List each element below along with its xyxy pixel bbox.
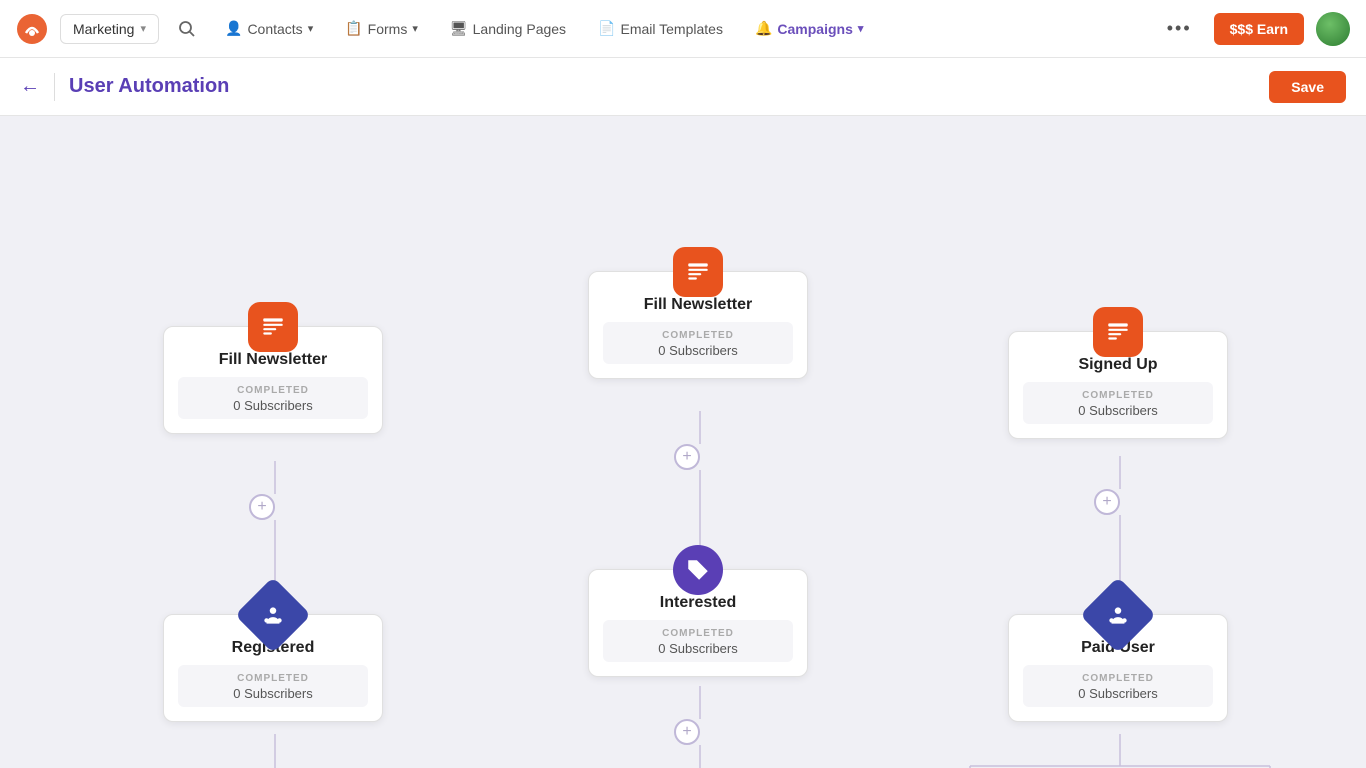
- forms-nav-item[interactable]: 📋 Forms ▾: [335, 14, 428, 43]
- interested-node[interactable]: Interested COMPLETED 0 Subscribers: [588, 569, 808, 677]
- interested-status-section: COMPLETED 0 Subscribers: [603, 620, 793, 662]
- registered-node[interactable]: Registered COMPLETED 0 Subscribers: [163, 614, 383, 722]
- campaigns-chevron-icon: ▾: [858, 22, 864, 35]
- fill-newsletter-left-node[interactable]: Fill Newsletter COMPLETED 0 Subscribers: [163, 326, 383, 434]
- campaigns-label: Campaigns: [777, 21, 852, 37]
- campaigns-icon: 🔔: [755, 20, 772, 37]
- earn-button[interactable]: $$$ Earn: [1214, 13, 1304, 45]
- fill-newsletter-center-icon: [673, 247, 723, 297]
- plus-after-fill-newsletter-center[interactable]: +: [674, 444, 700, 470]
- signed-up-icon: [1093, 307, 1143, 357]
- forms-label: Forms: [368, 21, 408, 37]
- signed-up-status: COMPLETED: [1023, 390, 1213, 401]
- forms-chevron-icon: ▾: [412, 22, 418, 35]
- email-templates-label: Email Templates: [621, 21, 723, 37]
- contacts-chevron-icon: ▾: [308, 22, 314, 35]
- search-icon: [178, 20, 196, 38]
- signed-up-subscribers: 0 Subscribers: [1023, 403, 1213, 418]
- campaigns-nav-item[interactable]: 🔔 Campaigns ▾: [745, 14, 873, 43]
- header-divider: [54, 73, 55, 101]
- fill-newsletter-center-node[interactable]: Fill Newsletter COMPLETED 0 Subscribers: [588, 271, 808, 379]
- paid-user-status: COMPLETED: [1023, 673, 1213, 684]
- email-templates-nav-item[interactable]: 📄 Email Templates: [588, 14, 733, 43]
- registered-status: COMPLETED: [178, 673, 368, 684]
- fill-newsletter-left-title: Fill Newsletter: [178, 351, 368, 369]
- plus-after-signed-up[interactable]: +: [1094, 489, 1120, 515]
- forms-icon: 📋: [345, 20, 362, 37]
- fill-newsletter-left-icon: [248, 302, 298, 352]
- save-button[interactable]: Save: [1269, 71, 1346, 103]
- interested-tag-icon: [673, 545, 723, 595]
- avatar-image: [1316, 12, 1350, 46]
- page-title: User Automation: [69, 75, 229, 98]
- signed-up-title: Signed Up: [1023, 356, 1213, 374]
- fill-newsletter-left-subscribers: 0 Subscribers: [178, 398, 368, 413]
- marketing-label: Marketing: [73, 21, 134, 37]
- landing-pages-icon: 🖥: [450, 20, 468, 37]
- fill-newsletter-center-status-section: COMPLETED 0 Subscribers: [603, 322, 793, 364]
- logo-icon: [16, 13, 48, 45]
- signed-up-status-section: COMPLETED 0 Subscribers: [1023, 382, 1213, 424]
- fill-newsletter-left-status-section: COMPLETED 0 Subscribers: [178, 377, 368, 419]
- navbar: Marketing ▾ 👤 Contacts ▾ 📋 Forms ▾ 🖥 Lan…: [0, 0, 1366, 58]
- back-button[interactable]: ←: [20, 75, 40, 98]
- contacts-label: Contacts: [247, 21, 302, 37]
- interested-status: COMPLETED: [603, 628, 793, 639]
- registered-status-section: COMPLETED 0 Subscribers: [178, 665, 368, 707]
- more-button[interactable]: •••: [1157, 12, 1202, 45]
- interested-subscribers: 0 Subscribers: [603, 641, 793, 656]
- automation-canvas: Fill Newsletter COMPLETED 0 Subscribers …: [0, 116, 1366, 768]
- fill-newsletter-center-title: Fill Newsletter: [603, 296, 793, 314]
- paid-user-status-section: COMPLETED 0 Subscribers: [1023, 665, 1213, 707]
- registered-subscribers: 0 Subscribers: [178, 686, 368, 701]
- contacts-nav-item[interactable]: 👤 Contacts ▾: [215, 14, 323, 43]
- plus-after-interested[interactable]: +: [674, 719, 700, 745]
- contacts-icon: 👤: [225, 20, 242, 37]
- fill-newsletter-center-subscribers: 0 Subscribers: [603, 343, 793, 358]
- marketing-chevron-icon: ▾: [140, 22, 146, 35]
- landing-pages-nav-item[interactable]: 🖥 Landing Pages: [440, 14, 576, 43]
- avatar[interactable]: [1316, 12, 1350, 46]
- interested-title: Interested: [603, 594, 793, 612]
- landing-pages-label: Landing Pages: [473, 21, 566, 37]
- email-templates-icon: 📄: [598, 20, 615, 37]
- page-header: ← User Automation Save: [0, 58, 1366, 116]
- marketing-dropdown[interactable]: Marketing ▾: [60, 14, 159, 44]
- fill-newsletter-left-status: COMPLETED: [178, 385, 368, 396]
- signed-up-node[interactable]: Signed Up COMPLETED 0 Subscribers: [1008, 331, 1228, 439]
- paid-user-node[interactable]: Paid User COMPLETED 0 Subscribers: [1008, 614, 1228, 722]
- plus-after-fill-newsletter-left[interactable]: +: [249, 494, 275, 520]
- fill-newsletter-center-status: COMPLETED: [603, 330, 793, 341]
- search-button[interactable]: [171, 13, 203, 45]
- paid-user-subscribers: 0 Subscribers: [1023, 686, 1213, 701]
